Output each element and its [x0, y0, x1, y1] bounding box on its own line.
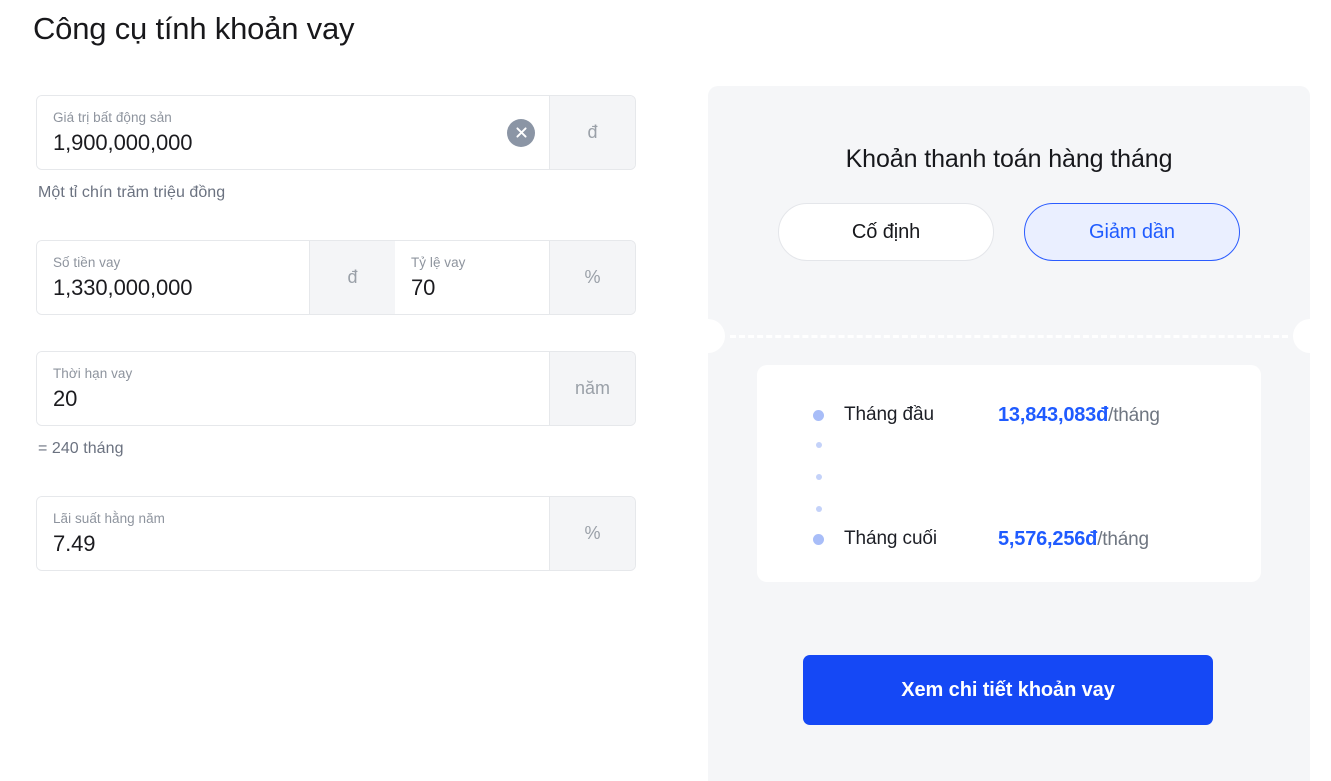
loan-term-label: Thời hạn vay [53, 365, 133, 381]
property-value-label: Giá trị bất động sản [53, 109, 172, 125]
close-circle-icon[interactable] [507, 118, 535, 147]
loan-amount-input[interactable]: 1,330,000,000 [53, 274, 293, 302]
interest-rate-input[interactable]: 7.49 [53, 530, 533, 558]
timeline-small-dot-icon [815, 442, 822, 448]
property-value-input[interactable]: 1,900,000,000 [53, 129, 533, 157]
field-interest-rate[interactable]: Lãi suất hằng năm 7.49 % [36, 496, 636, 571]
timeline-row-first-month: Tháng đầu 13,843,083đ/tháng [813, 401, 1231, 429]
loan-term-cell[interactable]: Thời hạn vay 20 [37, 352, 549, 425]
property-value-suffix: đ [549, 96, 635, 169]
field-loan-term[interactable]: Thời hạn vay 20 năm [36, 351, 636, 426]
timeline-gap-3 [813, 493, 1231, 525]
loan-amount-cell[interactable]: Số tiền vay 1,330,000,000 [37, 241, 309, 314]
property-value-helper-text: Một tỉ chín trăm triệu đồng [38, 184, 226, 201]
loan-term-input[interactable]: 20 [53, 385, 533, 413]
timeline-gap-1 [813, 429, 1231, 461]
result-panel-title: Khoản thanh toán hàng tháng [845, 145, 1173, 173]
loan-form: Giá trị bất động sản 1,900,000,000 đ Một… [36, 95, 636, 571]
first-month-period: /tháng [1108, 404, 1160, 426]
last-month-amount: 5,576,256đ/tháng [998, 528, 1149, 551]
page-title: Công cụ tính khoản vay [33, 11, 355, 46]
property-value-cell[interactable]: Giá trị bất động sản 1,900,000,000 [37, 96, 549, 169]
monthly-payment-panel: Khoản thanh toán hàng tháng Cố định Giảm… [708, 86, 1310, 781]
first-month-amount-value: 13,843,083đ [998, 403, 1109, 426]
payment-type-toggle-group: Cố định Giảm dần [708, 203, 1310, 261]
loan-amount-label: Số tiền vay [53, 254, 121, 270]
toggle-fixed-payment[interactable]: Cố định [778, 203, 994, 261]
view-loan-details-button[interactable]: Xem chi tiết khoản vay [803, 655, 1213, 725]
loan-amount-suffix: đ [309, 241, 395, 314]
perforation-notch-right [1293, 319, 1310, 353]
loan-ratio-label: Tỷ lệ vay [411, 254, 466, 270]
perforation-dashed-line [730, 335, 1288, 338]
loan-term-suffix: năm [549, 352, 635, 425]
last-month-amount-value: 5,576,256đ [998, 527, 1098, 550]
timeline-dot-icon [813, 409, 824, 421]
field-property-value[interactable]: Giá trị bất động sản 1,900,000,000 đ [36, 95, 636, 170]
timeline-gap-2 [813, 461, 1231, 493]
ticket-perforation [708, 318, 1310, 354]
timeline-dot-icon [813, 533, 824, 545]
perforation-notch-left [708, 319, 725, 353]
interest-rate-cell[interactable]: Lãi suất hằng năm 7.49 [37, 497, 549, 570]
toggle-decreasing-payment[interactable]: Giảm dần [1024, 203, 1240, 261]
last-month-period: /tháng [1097, 528, 1149, 550]
loan-ratio-cell[interactable]: Tỷ lệ vay 70 [395, 241, 549, 314]
loan-term-helper-text: = 240 tháng [38, 440, 124, 457]
interest-rate-label: Lãi suất hằng năm [53, 510, 165, 526]
first-month-amount: 13,843,083đ/tháng [998, 404, 1160, 427]
timeline-small-dot-icon [815, 506, 822, 512]
payment-timeline: Tháng đầu 13,843,083đ/tháng Tháng cuối 5… [813, 401, 1231, 553]
first-month-label: Tháng đầu [844, 404, 934, 425]
last-month-label: Tháng cuối [844, 528, 938, 549]
payment-summary-card: Tháng đầu 13,843,083đ/tháng Tháng cuối 5… [757, 365, 1261, 582]
loan-ratio-input[interactable]: 70 [411, 274, 533, 302]
loan-ratio-suffix: % [549, 241, 635, 314]
timeline-row-last-month: Tháng cuối 5,576,256đ/tháng [813, 525, 1231, 553]
interest-rate-suffix: % [549, 497, 635, 570]
timeline-small-dot-icon [815, 474, 822, 480]
field-loan-amount-ratio[interactable]: Số tiền vay 1,330,000,000 đ Tỷ lệ vay 70… [36, 240, 636, 315]
